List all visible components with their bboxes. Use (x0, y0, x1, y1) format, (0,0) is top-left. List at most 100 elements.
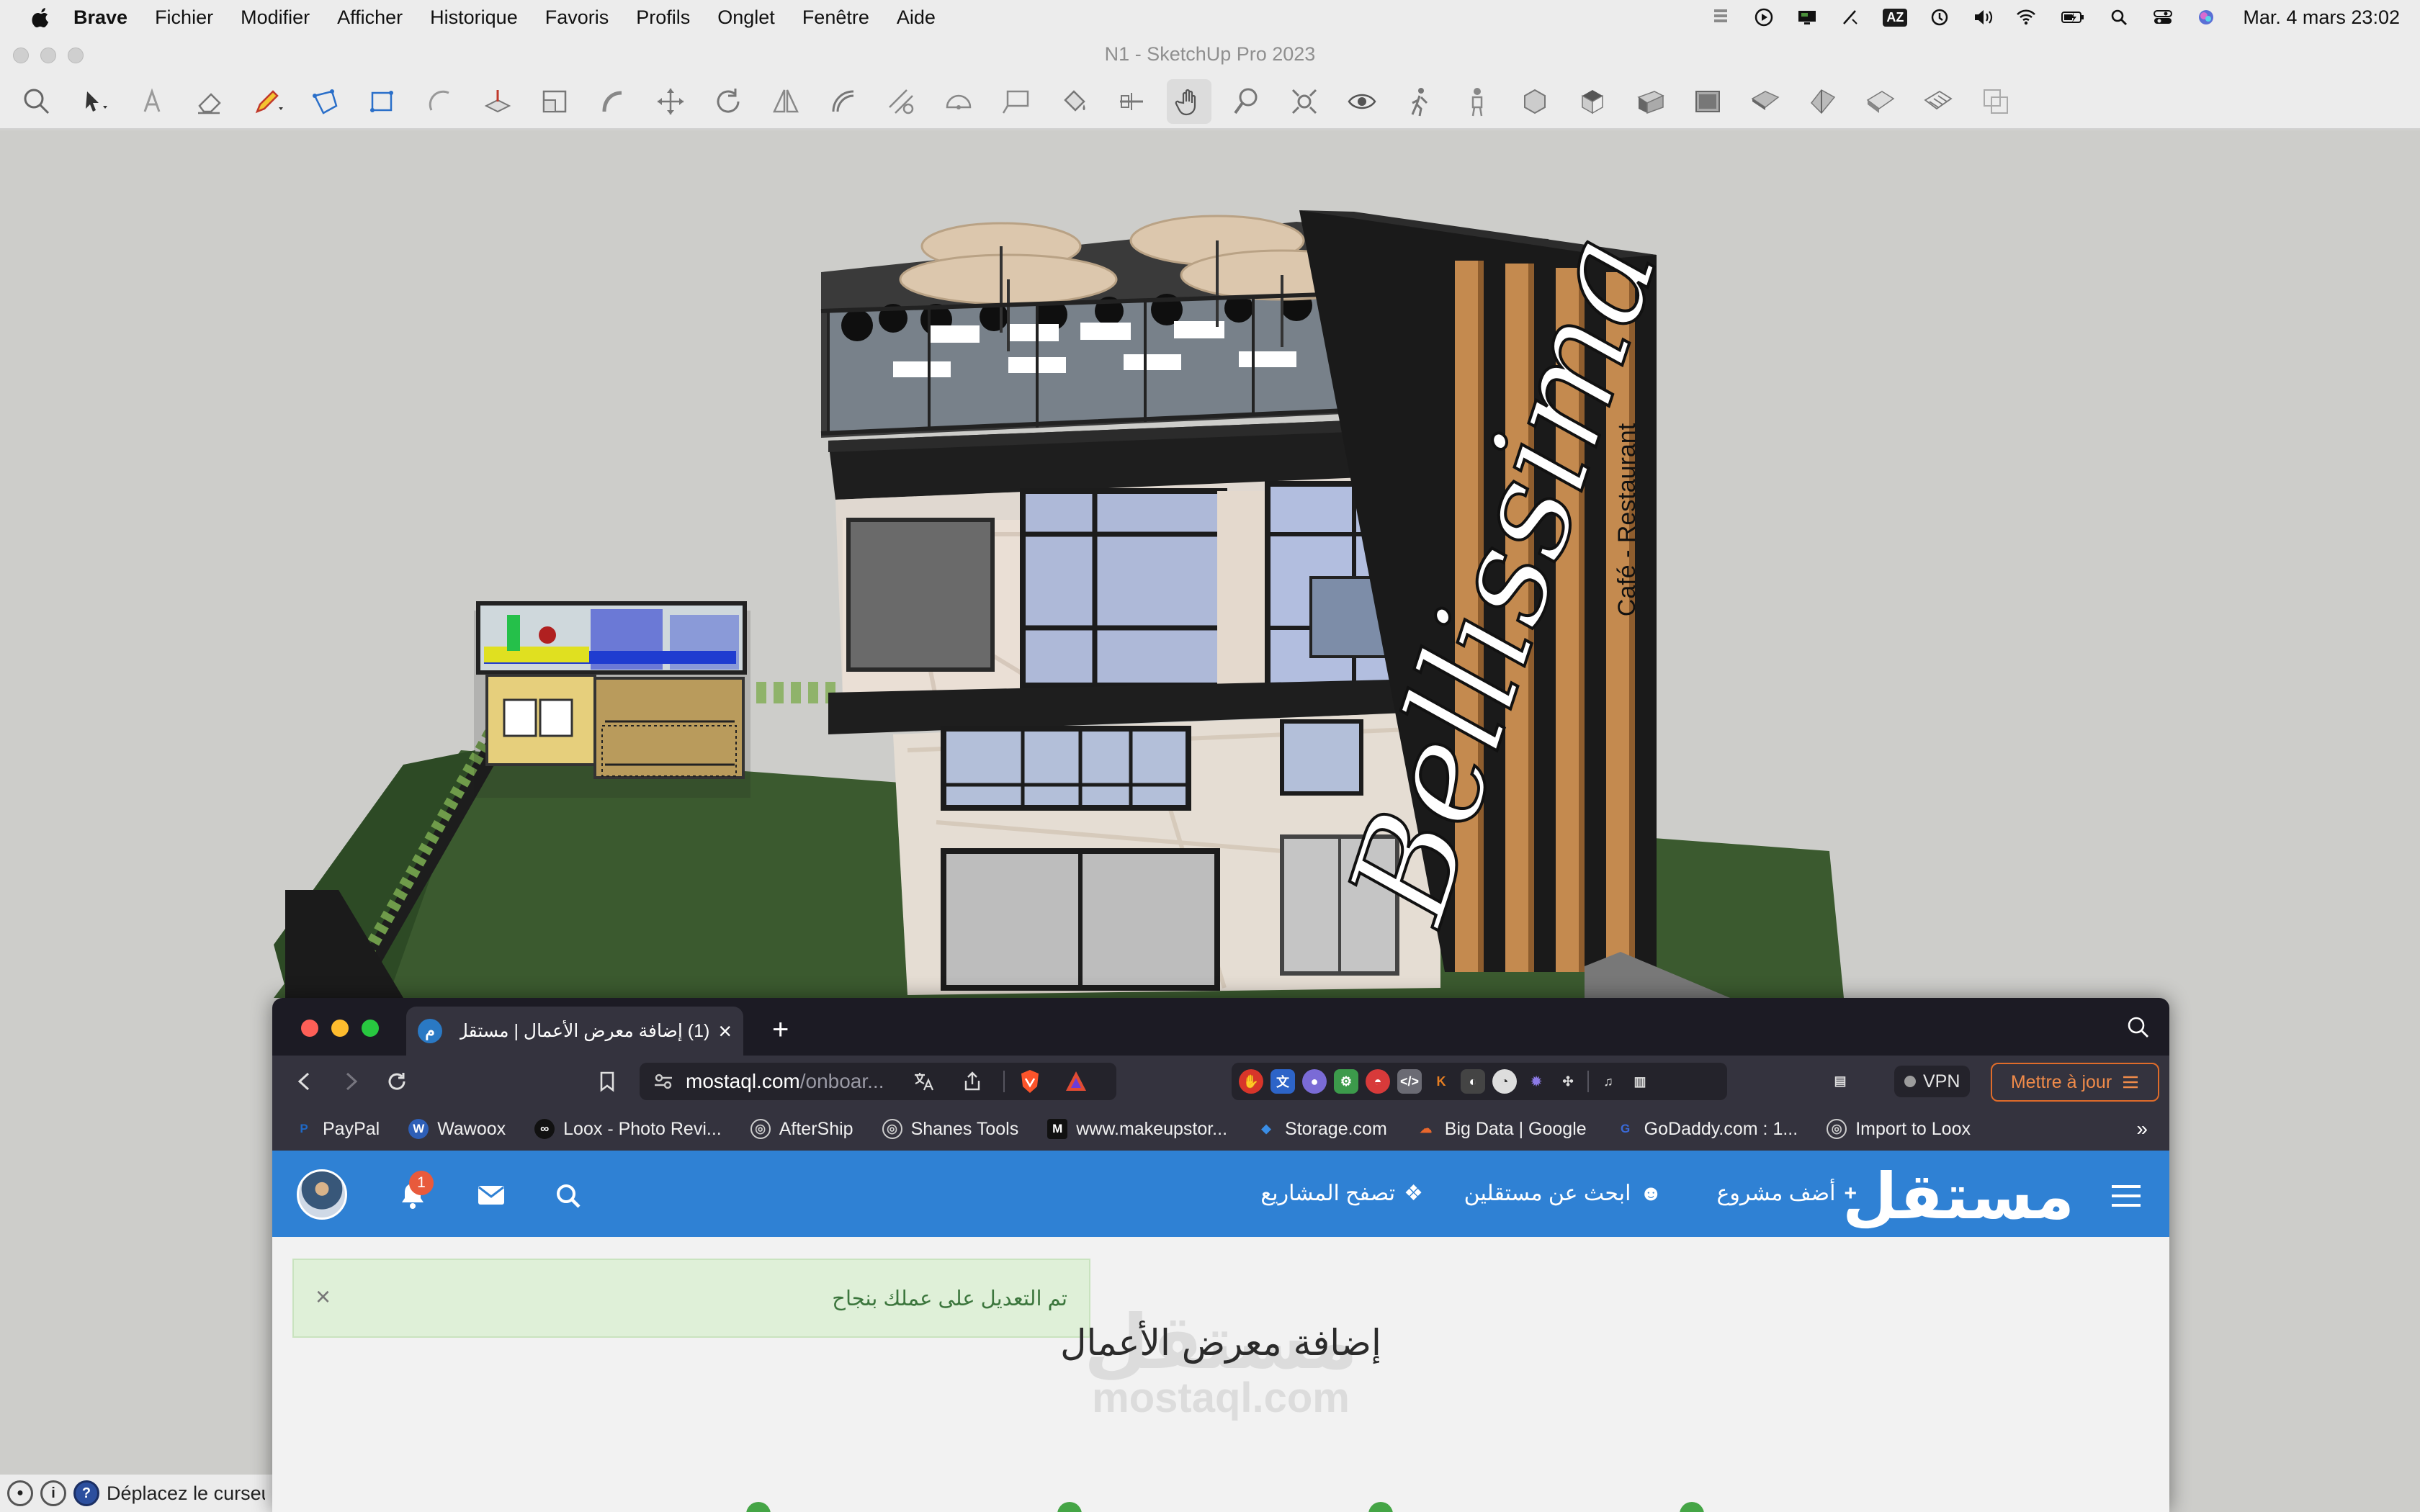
tool-rotate[interactable] (706, 79, 750, 124)
tool-pencil[interactable] (245, 79, 290, 124)
tool-protractor[interactable] (936, 79, 981, 124)
nav-find-freelancers[interactable]: ☻ ابحث عن مستقلين (1464, 1181, 1662, 1206)
control-center-icon[interactable] (2152, 8, 2174, 27)
geo-location-icon[interactable]: ● (7, 1480, 33, 1506)
ext-adblock-icon[interactable]: ✋ (1239, 1069, 1263, 1094)
apple-icon[interactable] (26, 6, 58, 28)
tab-search-icon[interactable] (2126, 1015, 2151, 1040)
menu-onglet[interactable]: Onglet (717, 6, 775, 29)
brave-rewards-icon[interactable] (1064, 1069, 1088, 1094)
bookmark-aftership[interactable]: ◎ AfterShip (750, 1119, 853, 1140)
site-settings-icon[interactable] (653, 1071, 674, 1092)
help-icon[interactable]: ? (73, 1480, 99, 1506)
tool-tape[interactable] (879, 79, 923, 124)
tool-back-view[interactable] (1743, 79, 1788, 124)
tool-top-view[interactable] (1570, 79, 1615, 124)
tool-section[interactable] (1109, 79, 1154, 124)
reload-button[interactable] (385, 1069, 409, 1094)
wifi-icon[interactable] (2015, 8, 2037, 27)
tool-zoom[interactable] (1224, 79, 1269, 124)
time-machine-icon[interactable] (1929, 8, 1950, 27)
sidebar-toggle-icon[interactable]: ▥ (1628, 1069, 1652, 1094)
tool-offset[interactable] (821, 79, 866, 124)
brave-minimize-button[interactable] (331, 1020, 349, 1037)
tool-push-pull[interactable] (475, 79, 520, 124)
update-button[interactable]: Mettre à jour (1991, 1063, 2159, 1102)
bookmark-wawoox[interactable]: W Wawoox (408, 1119, 506, 1140)
bookmark-makeupstore[interactable]: Mwww.makeupstor... (1047, 1119, 1227, 1140)
share-icon[interactable] (962, 1071, 983, 1092)
tool-wireframe[interactable] (1916, 79, 1960, 124)
ext-code-icon[interactable]: </> (1397, 1069, 1422, 1094)
ext-translate-icon[interactable]: 文 (1270, 1069, 1295, 1094)
ext-purple-icon[interactable]: ✹ (1524, 1069, 1549, 1094)
stack-icon[interactable] (1710, 8, 1731, 27)
menu-afficher[interactable]: Afficher (337, 6, 403, 29)
new-tab-button[interactable]: + (772, 1014, 789, 1046)
tool-pan[interactable] (1167, 79, 1211, 124)
vpn-button[interactable]: VPN (1894, 1066, 1971, 1097)
tool-left-view[interactable] (1801, 79, 1845, 124)
bookmark-storage[interactable]: ◆ Storage.com (1256, 1119, 1386, 1140)
bookmark-big-data[interactable]: ☁ Big Data | Google (1416, 1119, 1586, 1140)
battery-icon[interactable] (2058, 8, 2087, 27)
menu-fichier[interactable]: Fichier (155, 6, 213, 29)
brave-shields-icon[interactable] (1018, 1068, 1042, 1094)
bookmark-godaddy[interactable]: G GoDaddy.com : 1... (1615, 1119, 1798, 1140)
tool-iso-view[interactable] (1512, 79, 1557, 124)
ext-chat-icon[interactable]: ● (1302, 1069, 1327, 1094)
ext-pokeball-icon[interactable]: ◓ (1366, 1069, 1390, 1094)
play-icon[interactable] (1753, 8, 1775, 27)
tool-right-view[interactable] (1685, 79, 1730, 124)
alert-close-button[interactable]: × (315, 1282, 331, 1312)
ext-green-icon[interactable]: ⚙ (1334, 1069, 1358, 1094)
bookmark-loox[interactable]: ∞ Loox - Photo Revi... (534, 1119, 722, 1140)
tool-position-camera[interactable] (1455, 79, 1500, 124)
messages-envelope-icon[interactable] (477, 1184, 506, 1207)
tool-text[interactable] (994, 79, 1039, 124)
tool-paint[interactable] (1052, 79, 1096, 124)
bookmark-button[interactable] (595, 1069, 619, 1094)
ext-k-icon[interactable]: K (1429, 1069, 1453, 1094)
address-bar[interactable]: mostaql.com/onboar... (640, 1063, 1116, 1100)
menu-profils[interactable]: Profils (636, 6, 690, 29)
menubar-clock[interactable]: Mar. 4 mars 23:02 (2243, 6, 2400, 29)
tool-walk[interactable] (1397, 79, 1442, 124)
siri-icon[interactable] (2195, 8, 2217, 27)
tool-text-eraser[interactable] (130, 79, 174, 124)
spotlight-icon[interactable] (2109, 8, 2130, 27)
tool-flip[interactable] (763, 79, 808, 124)
menu-app-name[interactable]: Brave (73, 6, 127, 29)
hamburger-menu-icon[interactable] (2109, 1184, 2143, 1208)
menu-favoris[interactable]: Favoris (545, 6, 609, 29)
bookmark-paypal[interactable]: P PayPal (294, 1119, 380, 1140)
bookmark-shanes-tools[interactable]: ◎ Shanes Tools (882, 1119, 1018, 1140)
translate-icon[interactable] (913, 1070, 936, 1093)
tool-zoom-extents[interactable] (1282, 79, 1327, 124)
tool-rectangle[interactable] (360, 79, 405, 124)
brave-zoom-button[interactable] (362, 1020, 379, 1037)
back-button[interactable] (292, 1069, 317, 1094)
tool-move[interactable] (648, 79, 693, 124)
nav-add-project[interactable]: + أضف مشروع (1716, 1181, 1857, 1206)
forward-button[interactable] (339, 1069, 363, 1094)
browser-tab-mostaql[interactable]: م (1) إضافة معرض الأعمال | مستقل × (406, 1007, 743, 1056)
tool-arc[interactable] (418, 79, 462, 124)
ext-gray-icon[interactable]: ◔ (1492, 1069, 1517, 1094)
tab-close-icon[interactable]: × (718, 1018, 732, 1045)
site-logo[interactable]: مستقل (1842, 1159, 2076, 1233)
pen-icon[interactable] (1839, 8, 1861, 27)
tool-search[interactable] (14, 79, 59, 124)
extensions-puzzle-icon[interactable]: ✣ (1556, 1069, 1580, 1094)
tool-select[interactable] (72, 79, 117, 124)
display-icon[interactable] (1796, 8, 1818, 27)
tool-bottom-view[interactable] (1858, 79, 1903, 124)
ext-stripe-icon[interactable]: ◐ (1461, 1069, 1485, 1094)
menu-fenetre[interactable]: Fenêtre (802, 6, 869, 29)
input-source-badge[interactable]: AZ (1883, 8, 1908, 27)
site-search-icon[interactable] (555, 1182, 582, 1210)
tool-eraser[interactable] (187, 79, 232, 124)
credits-icon[interactable]: i (40, 1480, 66, 1506)
tool-look-around[interactable] (1340, 79, 1384, 124)
menu-aide[interactable]: Aide (897, 6, 936, 29)
